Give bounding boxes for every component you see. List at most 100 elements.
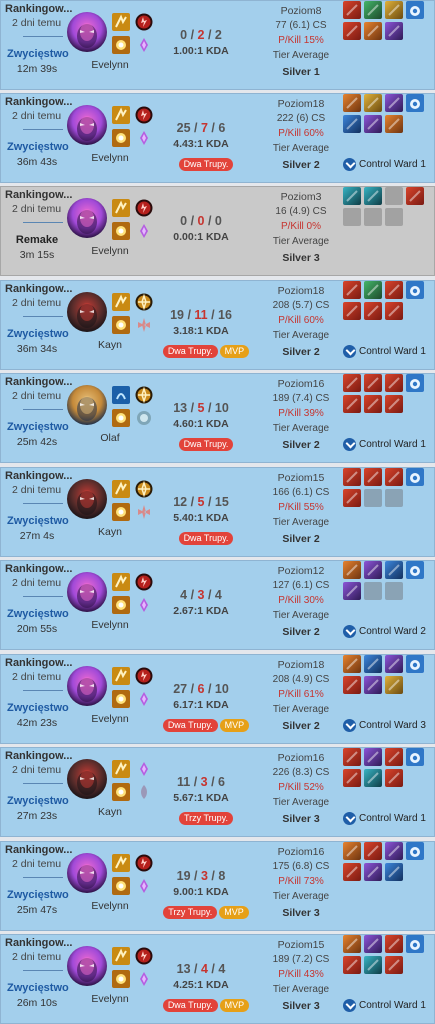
item-icon[interactable] (343, 676, 361, 694)
trinket-item-icon[interactable] (406, 935, 424, 953)
item-icon[interactable] (343, 94, 361, 112)
match-row[interactable]: Rankingow... 2 dni temu Remake 3m 15s Ev… (0, 186, 435, 276)
time-ago: 2 dni temu (12, 110, 62, 122)
match-row[interactable]: Rankingow... 2 dni temu Zwycięstwo 27m 4… (0, 467, 435, 557)
champion-portrait[interactable] (67, 572, 107, 612)
trinket-item-icon[interactable] (406, 468, 424, 486)
match-row[interactable]: Rankingow... 2 dni temu Zwycięstwo 25m 4… (0, 841, 435, 931)
item-icon[interactable] (364, 302, 382, 320)
item-icon[interactable] (364, 769, 382, 787)
trinket-item-icon[interactable] (406, 1, 424, 19)
item-icon[interactable] (385, 94, 403, 112)
trinket-item-icon[interactable] (406, 281, 424, 299)
match-row[interactable]: Rankingow... 2 dni temu Zwycięstwo 36m 3… (0, 280, 435, 370)
trinket-item-icon[interactable] (406, 842, 424, 860)
item-icon[interactable] (385, 935, 403, 953)
item-icon[interactable] (385, 1, 403, 19)
item-icon[interactable] (364, 561, 382, 579)
champion-portrait[interactable] (67, 853, 107, 893)
secondary-rune-icon (135, 129, 153, 147)
item-icon[interactable] (343, 582, 361, 600)
item-icon[interactable] (385, 769, 403, 787)
item-icon[interactable] (343, 115, 361, 133)
item-icon[interactable] (385, 842, 403, 860)
item-icon[interactable] (343, 1, 361, 19)
item-icon[interactable] (364, 842, 382, 860)
item-icon[interactable] (343, 863, 361, 881)
item-icon[interactable] (343, 187, 361, 205)
item-icon[interactable] (343, 374, 361, 392)
item-icon[interactable] (343, 489, 361, 507)
match-row[interactable]: Rankingow... 2 dni temu Zwycięstwo 36m 4… (0, 93, 435, 183)
item-icon[interactable] (364, 22, 382, 40)
item-icon[interactable] (364, 655, 382, 673)
mvp-badge: MVP (219, 999, 250, 1012)
item-icon[interactable] (343, 302, 361, 320)
item-icon[interactable] (364, 115, 382, 133)
item-icon[interactable] (385, 748, 403, 766)
item-icon[interactable] (385, 561, 403, 579)
trinket-item-icon[interactable] (406, 561, 424, 579)
item-icon[interactable] (364, 281, 382, 299)
item-icon[interactable] (364, 94, 382, 112)
item-icon[interactable] (364, 748, 382, 766)
item-icon[interactable] (385, 281, 403, 299)
item-icon[interactable] (343, 561, 361, 579)
secondary-rune-icon (135, 877, 153, 895)
item-icon[interactable] (343, 22, 361, 40)
item-icon[interactable] (364, 187, 382, 205)
champion-name: Evelynn (91, 59, 129, 71)
item-icon[interactable] (385, 374, 403, 392)
champion-portrait[interactable] (67, 479, 107, 519)
item-icon[interactable] (343, 395, 361, 413)
item-icon[interactable] (364, 374, 382, 392)
champion-portrait[interactable] (67, 198, 107, 238)
item-icon[interactable] (385, 115, 403, 133)
trinket-item-icon[interactable] (406, 94, 424, 112)
match-row[interactable]: Rankingow... 2 dni temu Zwycięstwo 26m 1… (0, 934, 435, 1024)
match-row[interactable]: Rankingow... 2 dni temu Zwycięstwo 42m 2… (0, 654, 435, 744)
champion-portrait[interactable] (67, 946, 107, 986)
item-icon[interactable] (385, 956, 403, 974)
item-icon[interactable] (385, 302, 403, 320)
item-icon[interactable] (343, 748, 361, 766)
item-icon[interactable] (364, 676, 382, 694)
item-icon[interactable] (385, 676, 403, 694)
item-icon[interactable] (364, 468, 382, 486)
keystone-rune-icon (135, 854, 153, 872)
trinket-item-icon[interactable] (406, 655, 424, 673)
item-icon[interactable] (343, 769, 361, 787)
match-row[interactable]: Rankingow... 2 dni temu Zwycięstwo 25m 4… (0, 373, 435, 463)
item-icon[interactable] (385, 395, 403, 413)
item-icon[interactable] (343, 956, 361, 974)
item-icon[interactable] (343, 655, 361, 673)
champion-portrait[interactable] (67, 292, 107, 332)
item-icon[interactable] (364, 935, 382, 953)
item-icon[interactable] (364, 1, 382, 19)
item-icon[interactable] (406, 187, 424, 205)
champion-level: Poziom16 (277, 752, 325, 764)
champion-portrait[interactable] (67, 666, 107, 706)
trinket-item-icon[interactable] (406, 374, 424, 392)
item-icon[interactable] (364, 956, 382, 974)
trinket-item-icon[interactable] (406, 748, 424, 766)
item-icon[interactable] (343, 935, 361, 953)
item-icon[interactable] (364, 863, 382, 881)
champion-portrait[interactable] (67, 105, 107, 145)
item-icon[interactable] (343, 468, 361, 486)
champion-portrait[interactable] (67, 12, 107, 52)
item-icon[interactable] (385, 22, 403, 40)
item-icon[interactable] (343, 842, 361, 860)
item-icon[interactable] (385, 468, 403, 486)
match-row[interactable]: Rankingow... 2 dni temu Zwycięstwo 12m 3… (0, 0, 435, 90)
kda-ratio: 5.40:1 KDA (173, 512, 229, 524)
champion-portrait[interactable] (67, 385, 107, 425)
match-row[interactable]: Rankingow... 2 dni temu Zwycięstwo 20m 5… (0, 560, 435, 650)
match-row[interactable]: Rankingow... 2 dni temu Zwycięstwo 27m 2… (0, 747, 435, 837)
champion-portrait[interactable] (67, 759, 107, 799)
summoner-spell-2-icon (112, 596, 130, 614)
item-icon[interactable] (364, 395, 382, 413)
item-icon[interactable] (343, 281, 361, 299)
item-icon[interactable] (385, 655, 403, 673)
item-icon[interactable] (385, 863, 403, 881)
